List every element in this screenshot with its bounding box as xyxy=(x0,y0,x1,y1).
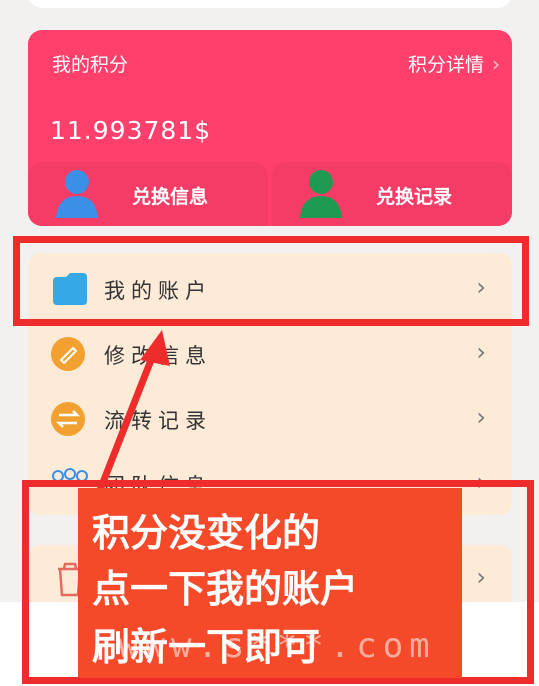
person-icon xyxy=(56,170,98,218)
annotation-line-1: 积分没变化的 xyxy=(92,511,321,555)
annotation-line-2: 点一下我的账户 xyxy=(92,567,359,611)
watermark: www.s***.com xyxy=(118,626,436,666)
menu-item-label: 修改信息 xyxy=(104,344,212,368)
exchange-info-button[interactable]: 兑换信息 xyxy=(28,162,268,226)
transfer-icon xyxy=(51,402,85,436)
points-value: 11.993781$ xyxy=(50,116,212,145)
exchange-record-button[interactable]: 兑换记录 xyxy=(272,162,512,226)
chevron-right-icon: › xyxy=(492,52,500,76)
points-card: 我的积分 积分详情 › 11.993781$ 兑换信息 兑换记录 xyxy=(28,30,512,226)
chevron-right-icon: › xyxy=(476,338,486,366)
chevron-right-icon: › xyxy=(476,403,486,431)
exchange-record-label: 兑换记录 xyxy=(376,186,453,208)
edit-icon xyxy=(51,337,85,371)
person-icon xyxy=(300,170,342,218)
points-title: 我的积分 xyxy=(52,54,129,76)
menu-item-transfer-records[interactable]: 流转记录 › xyxy=(28,391,512,447)
highlight-box-account xyxy=(13,236,529,326)
menu-item-label: 流转记录 xyxy=(104,409,212,433)
exchange-info-label: 兑换信息 xyxy=(132,186,209,208)
menu-item-edit-info[interactable]: 修改信息 › xyxy=(28,326,512,382)
points-detail-link[interactable]: 积分详情 xyxy=(408,50,484,77)
top-card xyxy=(28,0,512,8)
